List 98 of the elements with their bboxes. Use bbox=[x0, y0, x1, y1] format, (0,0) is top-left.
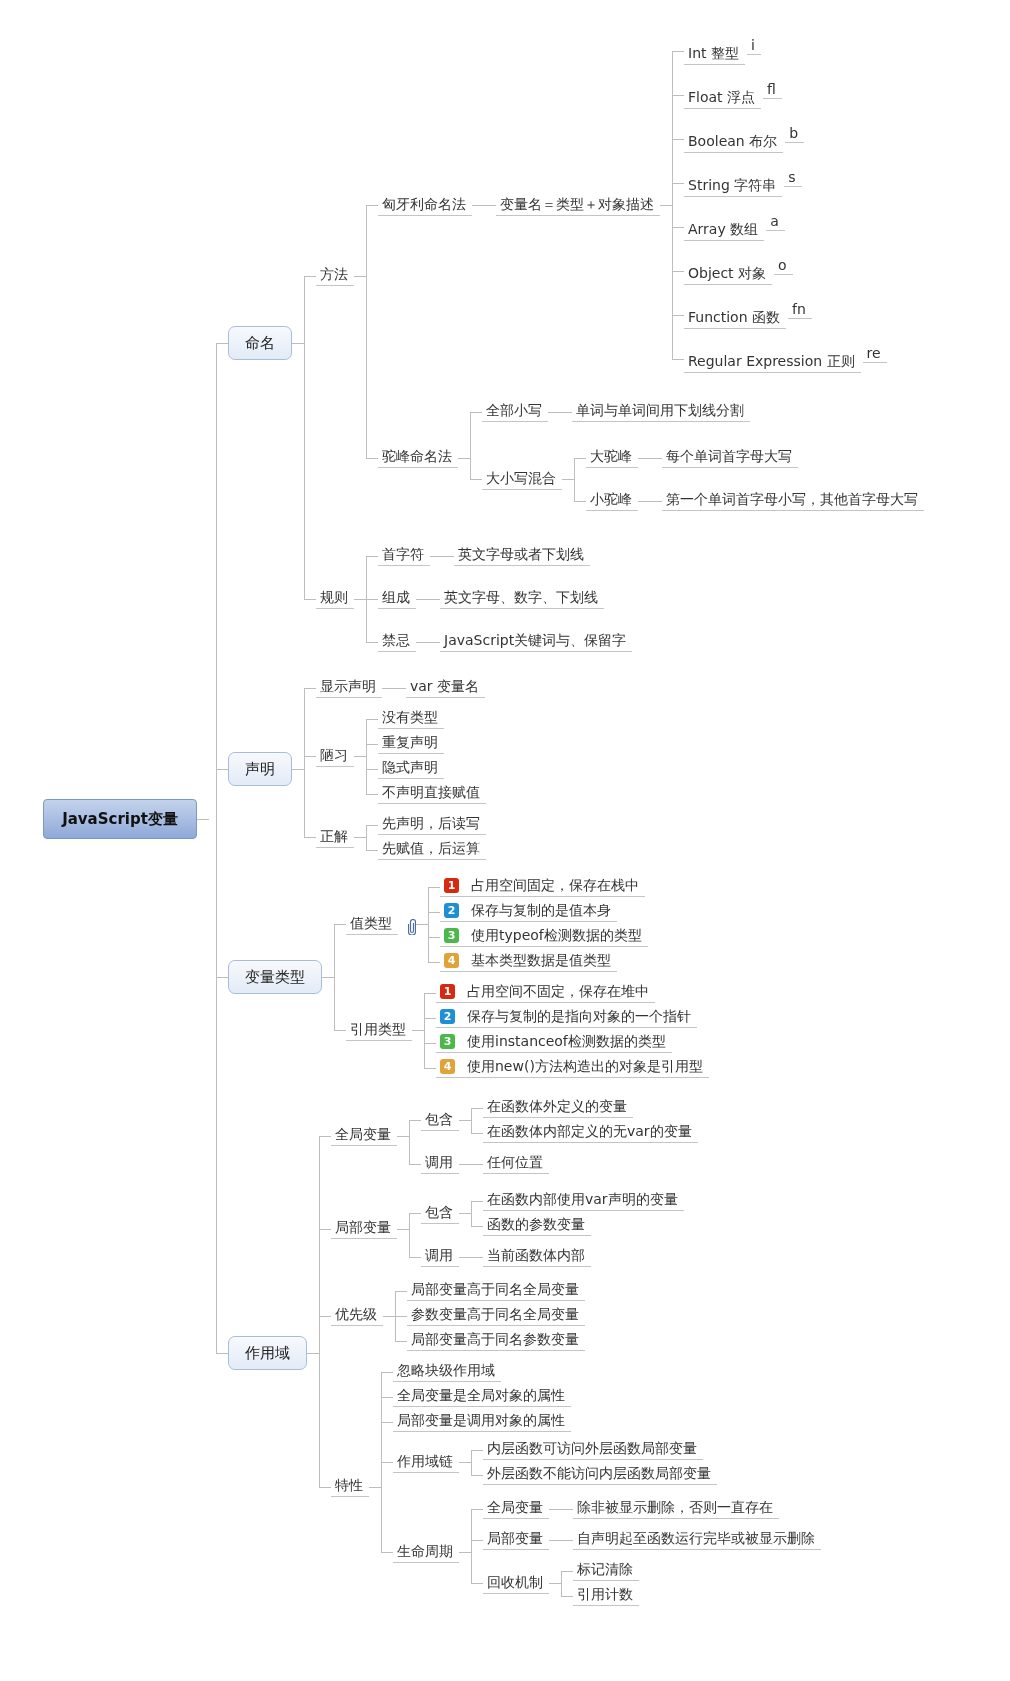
prefix-label: o bbox=[774, 257, 793, 275]
subtopic: 先赋值，后运算 bbox=[378, 839, 486, 860]
subtopic: 重复声明 bbox=[378, 733, 444, 754]
subtopic: 包含 bbox=[421, 1202, 459, 1224]
subtopic: 任何位置 bbox=[483, 1153, 549, 1174]
subtopic: 英文字母、数字、下划线 bbox=[440, 588, 604, 609]
subtopic: 大小写混合 bbox=[482, 468, 562, 490]
subtopic: Array 数组 bbox=[684, 220, 765, 241]
subtopic: 规则 bbox=[316, 588, 354, 609]
subtopic: 小驼峰 bbox=[586, 490, 638, 511]
number-badge: 2 bbox=[440, 1009, 455, 1024]
number-badge: 1 bbox=[444, 878, 459, 893]
main-topic: 变量类型 bbox=[228, 960, 322, 994]
subtopic: 隐式声明 bbox=[378, 758, 444, 779]
subtopic: 不声明直接赋值 bbox=[378, 783, 486, 804]
prefix-label: fn bbox=[788, 301, 812, 319]
subtopic: 引用计数 bbox=[573, 1585, 639, 1606]
subtopic: 英文字母或者下划线 bbox=[454, 545, 590, 566]
subtopic: 自声明起至函数运行完毕或被显示删除 bbox=[573, 1529, 821, 1550]
subtopic: String 字符串 bbox=[684, 176, 783, 197]
number-badge: 3 bbox=[444, 928, 459, 943]
subtopic: 首字符 bbox=[378, 545, 430, 566]
subtopic: 变量名＝类型＋对象描述 bbox=[496, 194, 660, 216]
subtopic: 1 占用空间不固定，保存在堆中 bbox=[436, 982, 655, 1003]
subtopic: 单词与单词间用下划线分割 bbox=[572, 401, 750, 422]
subtopic: 4 基本类型数据是值类型 bbox=[440, 951, 617, 972]
subtopic: 全局变量 bbox=[483, 1498, 549, 1519]
subtopic: 1 占用空间固定，保存在栈中 bbox=[440, 876, 645, 897]
subtopic: 2 保存与复制的是值本身 bbox=[440, 901, 617, 922]
subtopic: 忽略块级作用域 bbox=[393, 1361, 501, 1382]
subtopic: 在函数体外定义的变量 bbox=[483, 1097, 633, 1118]
subtopic: Object 对象 bbox=[684, 264, 773, 285]
subtopic: 每个单词首字母大写 bbox=[662, 447, 798, 468]
subtopic: Int 整型 bbox=[684, 44, 745, 65]
subtopic: 方法 bbox=[316, 265, 354, 286]
subtopic: 局部变量 bbox=[483, 1529, 549, 1550]
prefix-label: b bbox=[785, 125, 805, 143]
subtopic: var 变量名 bbox=[406, 677, 486, 698]
main-topic: 声明 bbox=[228, 751, 292, 786]
subtopic: 没有类型 bbox=[378, 708, 444, 729]
subtopic: Function 函数 bbox=[684, 308, 786, 329]
subtopic: 先声明，后读写 bbox=[378, 814, 486, 835]
subtopic: 驼峰命名法 bbox=[378, 447, 458, 468]
subtopic: 值类型 bbox=[346, 913, 398, 935]
subtopic: 组成 bbox=[378, 588, 416, 609]
subtopic: Regular Expression 正则 bbox=[684, 352, 861, 373]
prefix-label: s bbox=[784, 169, 802, 187]
number-badge: 3 bbox=[440, 1034, 455, 1049]
subtopic: 特性 bbox=[331, 1476, 369, 1497]
subtopic: 全局变量 bbox=[331, 1125, 397, 1146]
subtopic: 全局变量是全局对象的属性 bbox=[393, 1386, 571, 1407]
subtopic: 引用类型 bbox=[346, 1019, 412, 1041]
subtopic: 当前函数体内部 bbox=[483, 1246, 591, 1267]
subtopic: 局部变量高于同名全局变量 bbox=[407, 1280, 585, 1301]
number-badge: 1 bbox=[440, 984, 455, 999]
number-badge: 2 bbox=[444, 903, 459, 918]
prefix-label: fl bbox=[763, 81, 782, 99]
subtopic: Float 浮点 bbox=[684, 88, 762, 109]
subtopic: 优先级 bbox=[331, 1305, 383, 1326]
subtopic: 在函数内部使用var声明的变量 bbox=[483, 1190, 684, 1211]
subtopic: 调用 bbox=[421, 1153, 459, 1174]
subtopic: 除非被显示删除，否则一直存在 bbox=[573, 1498, 779, 1519]
subtopic: 3 使用typeof检测数据的类型 bbox=[440, 926, 648, 947]
number-badge: 4 bbox=[444, 953, 459, 968]
subtopic: 匈牙利命名法 bbox=[378, 194, 472, 216]
subtopic: 显示声明 bbox=[316, 677, 382, 698]
subtopic: 2 保存与复制的是指向对象的一个指针 bbox=[436, 1007, 697, 1028]
number-badge: 4 bbox=[440, 1059, 455, 1074]
subtopic: 在函数体内部定义的无var的变量 bbox=[483, 1122, 698, 1143]
subtopic: 局部变量是调用对象的属性 bbox=[393, 1411, 571, 1432]
subtopic: 4 使用new()方法构造出的对象是引用型 bbox=[436, 1057, 709, 1078]
subtopic: 函数的参数变量 bbox=[483, 1215, 591, 1236]
subtopic: 标记清除 bbox=[573, 1560, 639, 1581]
subtopic: 生命周期 bbox=[393, 1541, 459, 1563]
central-topic: JavaScript变量 bbox=[43, 798, 197, 839]
prefix-label: a bbox=[766, 213, 785, 231]
subtopic: 第一个单词首字母小写，其他首字母大写 bbox=[662, 490, 924, 511]
subtopic: 正解 bbox=[316, 826, 354, 848]
subtopic: 全部小写 bbox=[482, 401, 548, 422]
main-topic: 作用域 bbox=[228, 1336, 307, 1370]
subtopic: 调用 bbox=[421, 1246, 459, 1267]
subtopic: 禁忌 bbox=[378, 631, 416, 652]
subtopic: 大驼峰 bbox=[586, 447, 638, 468]
subtopic: 3 使用instanceof检测数据的类型 bbox=[436, 1032, 672, 1053]
prefix-label: re bbox=[862, 345, 887, 363]
subtopic: 回收机制 bbox=[483, 1572, 549, 1594]
main-topic: 命名 bbox=[228, 326, 292, 360]
subtopic: 局部变量高于同名参数变量 bbox=[407, 1330, 585, 1351]
subtopic: Boolean 布尔 bbox=[684, 132, 784, 153]
subtopic: 参数变量高于同名全局变量 bbox=[407, 1305, 585, 1326]
prefix-label: i bbox=[746, 37, 761, 55]
subtopic: 内层函数可访问外层函数局部变量 bbox=[483, 1439, 703, 1460]
subtopic: JavaScript关键词与、保留字 bbox=[440, 631, 633, 652]
subtopic: 外层函数不能访问内层函数局部变量 bbox=[483, 1464, 717, 1485]
subtopic: 作用域链 bbox=[393, 1451, 459, 1473]
subtopic: 局部变量 bbox=[331, 1218, 397, 1239]
subtopic: 陋习 bbox=[316, 745, 354, 767]
subtopic: 包含 bbox=[421, 1109, 459, 1131]
